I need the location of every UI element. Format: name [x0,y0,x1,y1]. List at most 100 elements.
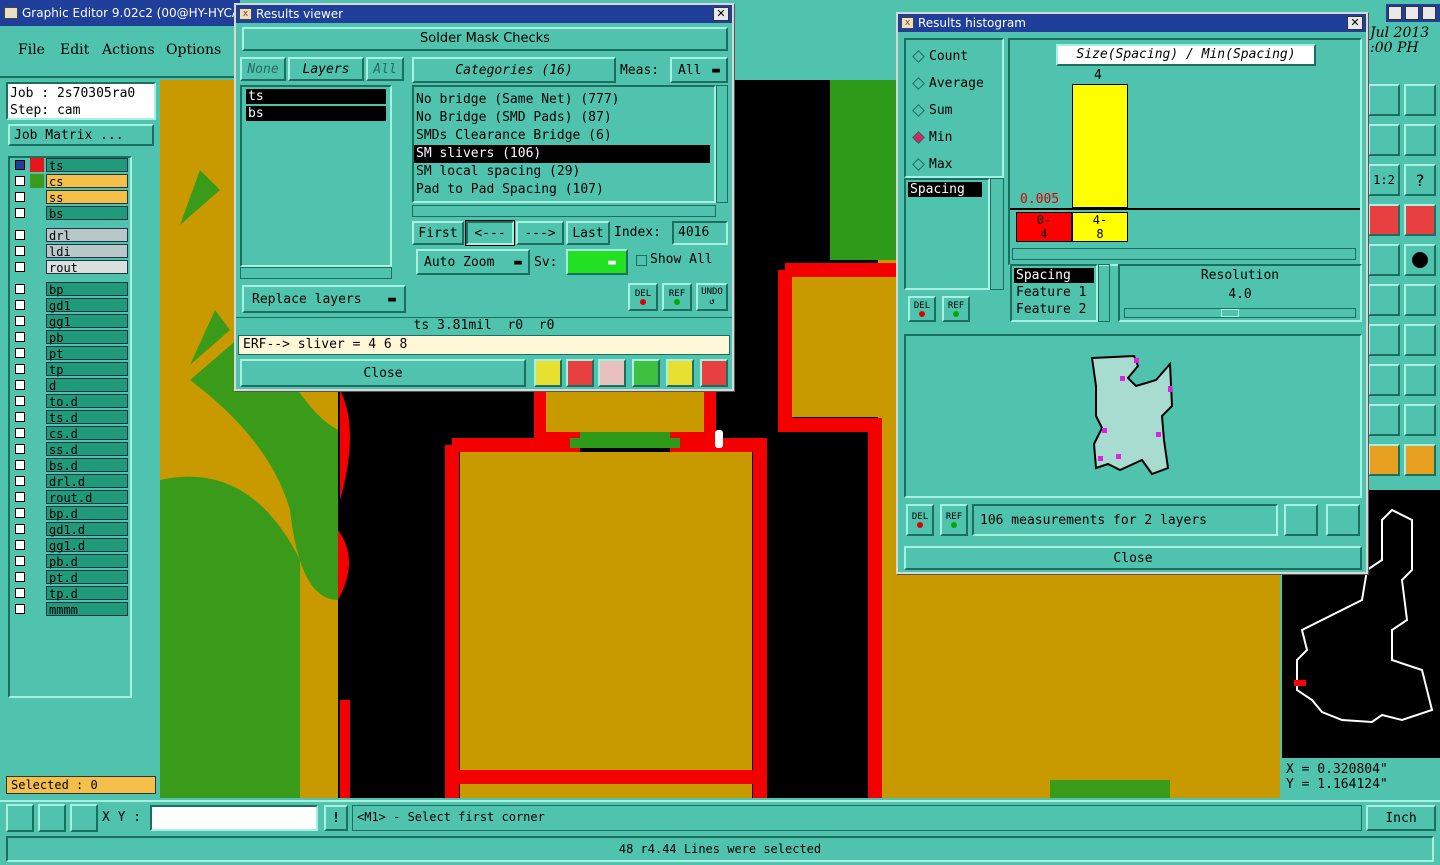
layer-checkbox[interactable] [15,230,25,240]
layer-color-swatch[interactable] [30,586,44,600]
layer-name[interactable]: pb [46,330,128,345]
layer-row-ss.d[interactable]: ss.d [10,442,130,457]
layer-row-tp[interactable]: tp [10,362,130,377]
layer-name[interactable]: bp [46,282,128,297]
angle-2-icon[interactable] [1404,404,1436,436]
layer-color-swatch[interactable] [30,410,44,424]
grid-tool-icon[interactable] [70,804,98,832]
layer-select-bs[interactable]: bs [246,106,386,121]
histogram-tool-icon[interactable] [700,359,728,387]
layer-color-swatch[interactable] [30,554,44,568]
home-view-icon[interactable] [1368,84,1400,116]
layer-name[interactable]: ss.d [46,442,128,457]
layer-name[interactable]: ss [46,190,128,205]
layer-checkbox[interactable] [15,176,25,186]
layer-checkbox[interactable] [15,588,25,598]
layer-color-swatch[interactable] [30,330,44,344]
layer-name[interactable]: gg1 [46,314,128,329]
layer-row-ss[interactable]: ss [10,190,130,205]
layer-color-swatch[interactable] [30,174,44,188]
layers-button[interactable]: Layers [288,57,364,81]
ratio-icon[interactable]: 1:2 [1368,164,1400,196]
layer-color-swatch[interactable] [30,490,44,504]
layer-name[interactable]: drl [46,228,128,243]
layer-checkbox[interactable] [15,246,25,256]
meas-dropdown[interactable]: All ▬ [670,57,728,83]
layer-checkbox[interactable] [15,348,25,358]
pointer-icon[interactable] [1368,444,1400,476]
layer-color-swatch[interactable] [30,474,44,488]
pad-icon[interactable] [1404,244,1436,276]
layer-row-tp.d[interactable]: tp.d [10,586,130,601]
show-all-checkbox[interactable] [636,255,647,266]
measure-vscroll[interactable] [1098,264,1110,322]
distance-icon[interactable] [1368,364,1400,396]
layer-row-d[interactable]: d [10,378,130,393]
all-layers-button[interactable]: All [366,57,404,81]
spacing-vscroll[interactable] [990,178,1004,290]
layer-checkbox[interactable] [15,492,25,502]
spacing-list-item[interactable]: Spacing [908,182,982,197]
layer-color-swatch[interactable] [30,394,44,408]
none-button[interactable]: None [240,57,286,81]
layer-row-gd1.d[interactable]: gd1.d [10,522,130,537]
layer-list-hscroll[interactable] [240,267,392,279]
category-item[interactable]: No Bridge (SMD Pads) (87) [414,109,710,127]
layer-row-rout[interactable]: rout [10,260,130,275]
layer-row-bs.d[interactable]: bs.d [10,458,130,473]
layer-row-gg1.d[interactable]: gg1.d [10,538,130,553]
mode-radio-sum[interactable]: Sum [906,94,1002,121]
route-icon[interactable] [1404,444,1436,476]
bin-1[interactable]: 4- 8 [1072,212,1128,242]
layer-checkbox[interactable] [15,604,25,614]
mode-radio-count[interactable]: Count [906,40,1002,67]
category-item[interactable]: SMDs Clearance Bridge (6) [414,127,710,145]
mode-radio-max[interactable]: Max [906,148,1002,175]
erf-tool-icon[interactable] [598,359,626,387]
layer-name[interactable]: bs.d [46,458,128,473]
corner-tool-icon[interactable] [6,804,34,832]
link-icon[interactable] [1368,124,1400,156]
minimize-icon[interactable] [1388,6,1402,20]
resolution-slider[interactable] [1124,308,1356,318]
layer-checkbox[interactable] [15,540,25,550]
layer-row-cs.d[interactable]: cs.d [10,426,130,441]
hist-del-button[interactable]: DEL [908,296,936,322]
ref-button[interactable]: REF [662,283,692,311]
layer-checkbox[interactable] [15,284,25,294]
layer-name[interactable]: bs [46,206,128,221]
layer-color-swatch[interactable] [30,442,44,456]
layer-checkbox[interactable] [15,396,25,406]
mirror-icon[interactable] [1404,324,1436,356]
layer-name[interactable]: cs [46,174,128,189]
layer-checkbox[interactable] [15,508,25,518]
layer-row-gg1[interactable]: gg1 [10,314,130,329]
preview-ref-button[interactable]: REF [940,504,968,536]
layer-name[interactable]: gg1.d [46,538,128,553]
layer-row-bp[interactable]: bp [10,282,130,297]
layer-color-swatch[interactable] [30,362,44,376]
chart-hscroll[interactable] [1012,248,1356,260]
layer-color-swatch[interactable] [30,538,44,552]
category-item[interactable]: No bridge (Same Net) (777) [414,91,710,109]
layer-checkbox[interactable] [15,380,25,390]
layer-row-drl[interactable]: drl [10,228,130,243]
maximize-icon[interactable] [1405,6,1419,20]
measure-2-icon[interactable] [1404,284,1436,316]
ruler-icon[interactable] [1368,244,1400,276]
layer-select-ts[interactable]: ts [246,89,386,104]
layer-checkbox[interactable] [15,300,25,310]
layer-name[interactable]: rout.d [46,490,128,505]
layer-color-swatch[interactable] [30,346,44,360]
slope-tool-icon[interactable] [38,804,66,832]
layer-name[interactable]: cs.d [46,426,128,441]
layer-name[interactable]: ts [46,158,128,173]
layer-checkbox[interactable] [15,412,25,422]
measure-item-spacing[interactable]: Spacing [1014,268,1094,283]
rotate-icon[interactable] [1368,324,1400,356]
layer-checkbox[interactable] [15,316,25,326]
category-item[interactable]: SM local spacing (29) [414,163,710,181]
unit-selector[interactable]: Inch [1366,805,1436,831]
layer-row-pt[interactable]: pt [10,346,130,361]
layer-color-swatch[interactable] [30,158,44,172]
